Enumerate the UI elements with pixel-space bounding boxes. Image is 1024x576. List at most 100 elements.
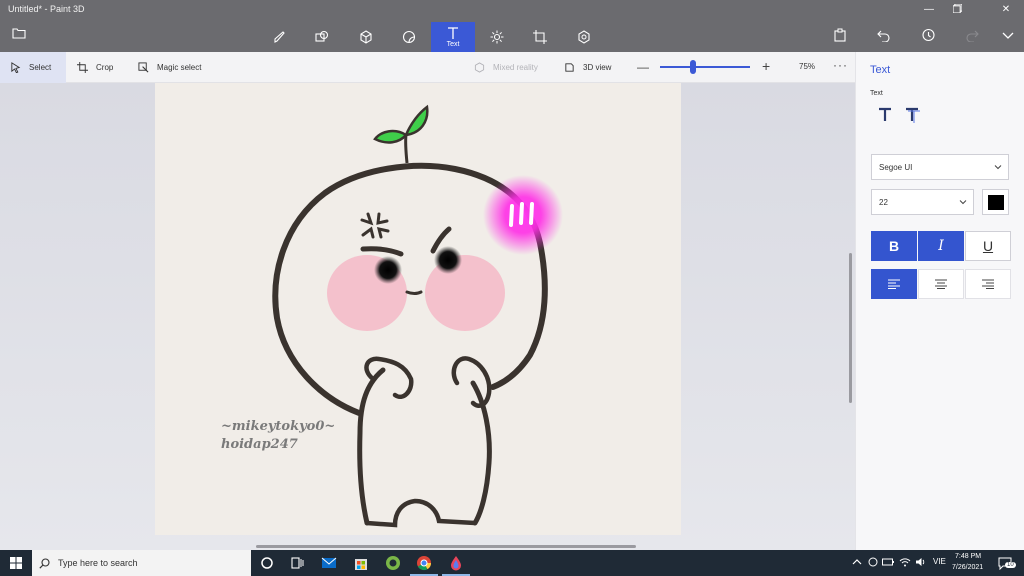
minimize-button[interactable]: — <box>917 2 941 18</box>
folder-icon <box>12 28 26 39</box>
align-right-button[interactable] <box>965 269 1011 299</box>
language-indicator[interactable]: VIE <box>933 557 946 566</box>
tool-3d-shapes[interactable] <box>344 22 388 52</box>
history-clock-icon <box>922 28 935 42</box>
3d-text-button[interactable] <box>902 104 924 126</box>
history-button[interactable] <box>945 3 969 19</box>
3d-view-label: 3D view <box>583 63 612 72</box>
brush-icon <box>274 31 285 43</box>
mail-app[interactable] <box>321 555 337 571</box>
underline-button[interactable]: U <box>965 231 1011 261</box>
more-options-button[interactable]: ··· <box>833 58 848 72</box>
coc-coc-browser[interactable] <box>385 555 401 571</box>
tool-3d-library[interactable] <box>562 22 606 52</box>
tool-effects[interactable] <box>475 22 519 52</box>
tray-app-icon[interactable] <box>868 557 878 569</box>
store-app[interactable] <box>353 555 369 571</box>
text-3d-icon <box>906 107 920 123</box>
left-eye <box>374 256 402 284</box>
sprout <box>373 104 429 164</box>
magic-select-label: Magic select <box>157 63 202 72</box>
2d-text-button[interactable] <box>874 104 896 126</box>
text-color-picker[interactable] <box>982 189 1009 215</box>
zoom-slider-thumb[interactable] <box>690 60 696 74</box>
align-center-button[interactable] <box>918 269 964 299</box>
canvas-icon <box>533 30 547 44</box>
font-size-dropdown[interactable]: 22 <box>871 189 974 215</box>
windows-icon <box>10 557 22 569</box>
cortana-button[interactable] <box>259 555 275 571</box>
paint-3d-app[interactable] <box>448 555 464 571</box>
tool-text[interactable]: Text <box>431 22 475 52</box>
close-button[interactable]: ✕ <box>994 2 1018 18</box>
body-outline <box>357 367 492 526</box>
3d-view-button[interactable]: 3D view <box>564 52 611 83</box>
title-bar: Untitled* - Paint 3D — ✕ Text <box>0 0 1024 52</box>
align-left-button[interactable] <box>871 269 917 299</box>
clock-time[interactable]: 7:48 PM <box>955 553 981 560</box>
redo-button[interactable] <box>965 28 981 44</box>
taskbar-search-box[interactable]: Type here to search <box>32 550 251 576</box>
taskbar: Type here to search VIE 7:48 PM 7/26/202… <box>0 550 1024 576</box>
search-icon <box>39 557 50 569</box>
zoom-out-button[interactable]: — <box>637 60 649 74</box>
vertical-scrollbar[interactable] <box>849 253 852 403</box>
color-swatch-fill <box>988 195 1004 210</box>
task-view-icon <box>291 557 304 569</box>
paint-3d-icon <box>451 556 461 571</box>
wifi-indicator[interactable] <box>899 557 911 569</box>
panel-title: Text <box>870 64 891 76</box>
volume-icon <box>916 558 925 566</box>
tool-stickers[interactable] <box>387 22 431 52</box>
expand-menu-button[interactable] <box>1001 28 1017 44</box>
text-icon <box>448 27 458 39</box>
crop-button[interactable]: Crop <box>77 52 113 83</box>
zoom-percentage[interactable]: 75% <box>799 62 815 71</box>
3d-view-icon <box>565 63 574 72</box>
undo-icon <box>877 30 890 43</box>
select-label: Select <box>29 63 52 72</box>
start-button[interactable] <box>0 550 32 576</box>
task-view-button[interactable] <box>289 555 305 571</box>
align-left-icon <box>888 279 900 289</box>
chrome-browser[interactable] <box>416 555 432 571</box>
menu-button[interactable] <box>12 26 32 44</box>
volume-indicator[interactable] <box>915 557 927 569</box>
font-family-dropdown[interactable]: Segoe UI <box>871 154 1009 180</box>
mixed-reality-button[interactable]: Mixed reality <box>474 52 538 83</box>
battery-icon <box>882 558 894 566</box>
watermark-line-2: hoidap247 <box>221 437 298 452</box>
paste-button[interactable] <box>833 28 849 44</box>
crop-icon <box>77 62 88 73</box>
undo-button[interactable] <box>877 28 893 44</box>
tool-brushes[interactable] <box>257 22 301 52</box>
watermark-line-1: ~mikeytokyo0~ <box>221 419 336 434</box>
magic-select-button[interactable]: Magic select <box>138 52 201 83</box>
align-center-icon <box>935 279 947 289</box>
history-panel-button[interactable] <box>921 28 937 44</box>
clock-date[interactable]: 7/26/2021 <box>952 564 983 571</box>
battery-indicator[interactable] <box>882 557 894 569</box>
italic-button[interactable]: I <box>918 231 964 261</box>
chevron-down-icon <box>994 165 1002 170</box>
legs <box>364 498 478 528</box>
notification-badge: 10 <box>1005 562 1016 568</box>
workspace[interactable]: ~mikeytokyo0~ hoidap247 <box>0 83 855 550</box>
window-title: Untitled* - Paint 3D <box>8 4 85 14</box>
zoom-in-button[interactable]: + <box>762 58 770 74</box>
text-panel: Text Text Segoe UI 22 B I U <box>855 52 1024 550</box>
tool-canvas[interactable] <box>518 22 562 52</box>
left-brow <box>360 246 404 257</box>
tool-2d-shapes[interactable] <box>300 22 344 52</box>
select-button[interactable]: Select <box>0 52 66 83</box>
bold-button[interactable]: B <box>871 231 917 261</box>
drawing-canvas[interactable]: ~mikeytokyo0~ hoidap247 <box>155 83 681 535</box>
horizontal-scrollbar[interactable] <box>256 545 636 548</box>
store-icon <box>355 559 367 570</box>
chevron-up-icon <box>852 559 862 565</box>
show-hidden-icons[interactable] <box>852 557 862 569</box>
tool-text-label: Text <box>446 41 460 48</box>
redo-icon <box>966 30 979 43</box>
anger-mark <box>360 212 390 239</box>
zoom-slider-track[interactable] <box>660 66 750 68</box>
